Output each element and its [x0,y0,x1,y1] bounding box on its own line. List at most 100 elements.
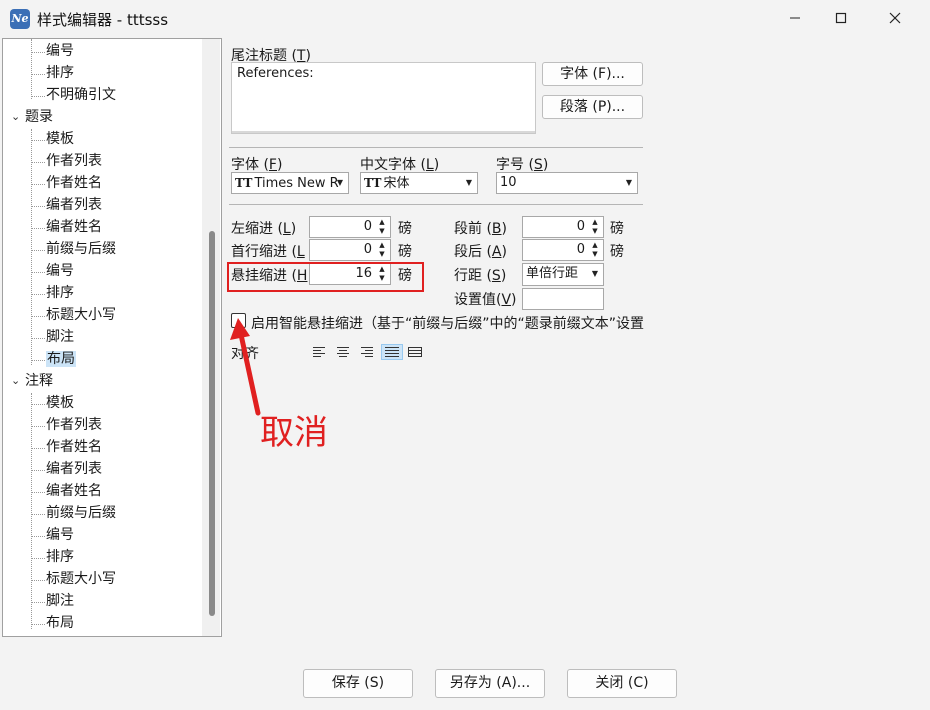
tree-item[interactable]: 布局 [46,613,74,633]
space-after-label: 段后 (A) [454,244,507,260]
tree-item-label: 前缀与后缀 [46,505,116,521]
align-center-icon[interactable] [335,345,351,359]
spinner-arrows-icon[interactable]: ▲ ▼ [589,241,601,259]
tree-connector [31,558,45,559]
font-button[interactable]: 字体 (F)... [542,62,643,86]
tree-item[interactable]: 作者列表 [46,151,102,171]
tree-connector [31,52,45,53]
tree-item-label: 标题大小写 [46,307,116,323]
space-before-input[interactable]: 0 ▲ ▼ [522,216,604,238]
align-right-icon[interactable] [359,345,375,359]
tree-item-label: 作者列表 [46,153,102,169]
truetype-icon: TT [235,176,253,190]
tree-group[interactable]: ⌄ 注释 [11,371,53,391]
tree-item[interactable]: 编号 [46,41,74,61]
tree-item[interactable]: 前缀与后缀 [46,503,116,523]
spinner-arrows-icon[interactable]: ▲ ▼ [376,218,388,236]
tree-item-label: 编号 [46,527,74,543]
space-after-input[interactable]: 0 ▲ ▼ [522,239,604,261]
size-label: 字号 (S) [496,157,549,173]
endnote-title-textarea[interactable]: References: [231,62,536,134]
tree-item[interactable]: 布局 [46,349,76,369]
align-justify-icon[interactable] [381,344,403,360]
chevron-down-icon[interactable]: ⌄ [11,371,20,391]
tree-item-label: 注释 [25,373,53,389]
tree-item-label: 排序 [46,65,74,81]
tree-item[interactable]: 模板 [46,393,74,413]
title-bar: Ne 样式编辑器 - tttsss [0,0,930,38]
set-value-label: 设置值(V) [454,292,517,308]
tree-item[interactable]: 编者列表 [46,195,102,215]
space-before-label: 段前 (B) [454,221,507,237]
left-indent-input[interactable]: 0 ▲ ▼ [309,216,391,238]
tree-item[interactable]: 模板 [46,129,74,149]
tree-item-label: 脚注 [46,593,74,609]
tree-item[interactable]: 编号 [46,525,74,545]
tree-connector [31,272,45,273]
unit-label: 磅 [610,244,624,260]
save-as-button[interactable]: 另存为 (A)... [435,669,545,698]
chevron-down-icon[interactable]: ⌄ [11,107,20,127]
tree-connector [31,360,45,361]
line-spacing-select[interactable]: 单倍行距 ▼ [522,263,604,286]
save-button[interactable]: 保存 (S) [303,669,413,698]
close-window-button[interactable] [872,0,918,38]
tree-item-label: 作者姓名 [46,439,102,455]
tree-scrollbar-thumb[interactable] [209,231,215,616]
close-button[interactable]: 关闭 (C) [567,669,677,698]
tree-item-label: 作者姓名 [46,175,102,191]
paragraph-button[interactable]: 段落 (P)... [542,95,643,119]
tree-connector [31,316,45,317]
line-spacing-label: 行距 (S) [454,268,507,284]
tree-connector [31,206,45,207]
tree-item-label: 编者列表 [46,461,102,477]
tree-item[interactable]: 作者列表 [46,415,102,435]
style-tree[interactable]: 编号 排序 不明确引文 ⌄ 题录 模板 作者列表 作者姓名 编者列表 编者姓名 前缀与后缀 编号 排序标… [2,38,222,637]
align-left-icon[interactable] [311,345,327,359]
tree-item-label: 脚注 [46,329,74,345]
tree-connector [31,536,45,537]
cn-font-select[interactable]: TT 宋体 ▼ [360,172,478,194]
tree-item[interactable]: 标题大小写 [46,305,116,325]
tree-item[interactable]: 编者姓名 [46,481,102,501]
tree-connector [31,184,45,185]
size-select[interactable]: 10 ▼ [496,172,638,194]
set-value-input[interactable] [522,288,604,310]
tree-item[interactable]: 排序 [46,283,74,303]
tree-item[interactable]: 脚注 [46,327,74,347]
chevron-down-icon: ▼ [336,178,343,187]
tree-item[interactable]: 作者姓名 [46,173,102,193]
tree-connector [31,404,45,405]
maximize-button[interactable] [818,0,864,38]
tree-item[interactable]: 排序 [46,547,74,567]
tree-item-label: 排序 [46,285,74,301]
tree-item[interactable]: 标题大小写 [46,569,116,589]
spinner-arrows-icon[interactable]: ▲ ▼ [589,218,601,236]
font-label: 字体 (F) [231,157,283,173]
font-select[interactable]: TT Times New R ▼ [231,172,349,194]
tree-item[interactable]: 编者姓名 [46,217,102,237]
tree-item[interactable]: 脚注 [46,591,74,611]
tree-item-label: 编者姓名 [46,483,102,499]
tree-item[interactable]: 编者列表 [46,459,102,479]
tree-item[interactable]: 前缀与后缀 [46,239,116,259]
first-line-indent-input[interactable]: 0 ▲ ▼ [309,239,391,261]
tree-item-label: 布局 [46,351,76,367]
tree-connector [31,492,45,493]
tree-group[interactable]: ⌄ 题录 [11,107,53,127]
tree-item[interactable]: 排序 [46,63,74,83]
first-line-indent-label: 首行缩进 (L [231,244,305,260]
minimize-button[interactable] [772,0,818,38]
spinner-arrows-icon[interactable]: ▲ ▼ [376,241,388,259]
truetype-icon: TT [364,176,382,190]
tree-connector [31,228,45,229]
chevron-down-icon: ▼ [591,269,598,278]
window-title: 样式编辑器 - tttsss [37,11,169,29]
left-indent-label: 左缩进 (L) [231,221,297,237]
tree-connector [31,74,45,75]
tree-item[interactable]: 不明确引文 [46,85,116,105]
align-distributed-icon[interactable] [407,345,423,359]
tree-item[interactable]: 编号 [46,261,74,281]
tree-connector [31,294,45,295]
tree-item[interactable]: 作者姓名 [46,437,102,457]
